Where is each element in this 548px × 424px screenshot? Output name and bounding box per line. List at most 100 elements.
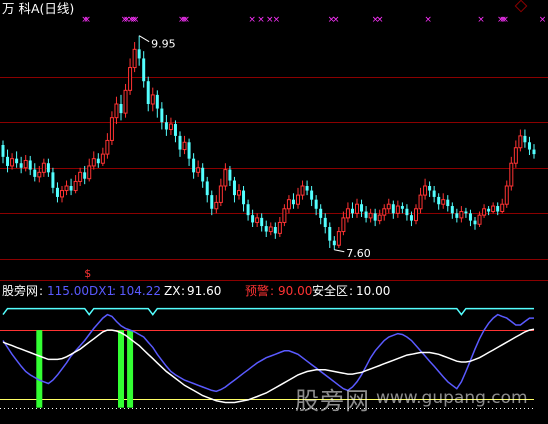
candle-body-111 [504,185,509,205]
candle-body-51 [232,180,236,196]
top-marker-1: × [83,15,91,25]
candle-body-6 [28,160,32,170]
top-marker-10: × [248,15,256,25]
candle-body-101 [459,211,464,219]
candle-body-29 [132,48,137,69]
candle-body-35 [160,108,164,123]
candle-body-24 [109,117,114,141]
candle-body-20 [91,158,96,167]
candle-body-109 [496,206,500,212]
candle-body-21 [96,158,100,164]
legend-name-0: 股旁网 [2,284,39,298]
candle-body-9 [41,162,46,173]
candle-body-77 [350,208,354,214]
candle-body-67 [305,186,309,191]
candle-body-26 [119,104,123,114]
legend-name-4: 安全区 [312,284,349,298]
candle-body-72 [328,227,332,241]
candle-body-81 [368,212,373,219]
candle-body-0 [1,145,5,157]
signal-bar-1 [118,330,124,408]
candle-body-1 [6,156,10,166]
candle-body-25 [114,103,119,119]
candle-body-63 [286,199,291,210]
low-price-label: 7.60 [346,247,371,260]
chart-window: ××××××××××××××××××××××××××××× 9.957.60$ … [0,0,548,424]
candle-body-58 [264,226,268,232]
candle-body-106 [482,208,487,216]
candle-body-83 [377,214,382,222]
candle-body-105 [477,214,482,225]
candle-body-33 [150,94,155,105]
candle-body-70 [319,208,323,218]
candle-body-23 [105,139,110,155]
candle-body-16 [73,180,78,192]
candle-body-64 [291,199,295,205]
candle-body-12 [55,187,59,197]
candle-body-91 [414,208,418,222]
candle-body-112 [509,162,514,187]
candle-body-19 [87,165,92,180]
candle-body-4 [19,163,23,168]
candle-body-107 [487,208,491,212]
candle-body-97 [441,199,446,205]
candle-body-86 [391,204,395,214]
candle-body-37 [168,123,173,131]
candle-body-117 [532,149,536,155]
signal-bar-0 [36,330,43,408]
candle-body-108 [491,205,496,213]
candle-body-11 [51,172,55,188]
candle-body-71 [323,217,327,227]
candle-body-92 [418,194,423,210]
candle-body-100 [455,213,459,218]
candle-body-10 [46,163,50,173]
candle-body-73 [332,240,336,246]
top-marker-13: × [273,15,281,25]
chart-canvas[interactable]: ××××××××××××××××××××××××××××× 9.957.60$ [0,0,548,424]
candle-body-87 [395,205,400,214]
candle-body-41 [187,142,191,159]
candle-body-5 [23,159,28,169]
candle-body-84 [382,208,387,216]
candle-body-45 [205,181,209,196]
candle-body-55 [251,215,255,223]
legend-value-2: 91.60 [187,284,222,298]
candle-body-13 [60,190,64,198]
candle-body-102 [464,211,468,214]
candle-body-7 [33,169,37,177]
legend-name-1: DX1 [89,284,115,298]
candle-body-80 [364,211,368,218]
candle-body-30 [137,49,141,59]
candle-body-27 [123,89,128,114]
candle-body-65 [296,194,300,205]
candle-body-49 [223,169,228,187]
legend-value-4: 10.00 [356,284,391,298]
candle-body-59 [268,226,273,233]
candle-body-78 [355,203,359,214]
candle-body-36 [164,122,168,130]
candle-body-47 [214,201,219,210]
top-marker-22: × [501,15,509,25]
candle-body-32 [146,81,150,104]
legend-value-1: 104.22 [119,284,161,298]
candle-body-85 [386,203,391,210]
legend-value-3: 90.00 [278,284,313,298]
candle-body-60 [273,227,277,234]
candle-body-116 [527,142,531,150]
candle-body-115 [523,135,527,143]
candle-body-56 [255,217,260,223]
candle-body-8 [37,171,42,178]
candle-body-75 [341,217,346,233]
top-marker-11: × [257,15,265,25]
top-marker-19: × [477,15,485,25]
candle-body-52 [237,190,241,196]
candle-body-2 [10,158,15,167]
signal-bar-2 [127,330,134,408]
legend-value-0: 115.00 [47,284,89,298]
candle-body-113 [513,147,518,164]
legend-name-2: ZX [164,284,181,298]
top-marker-9: × [182,15,190,25]
candle-body-22 [100,153,105,164]
candle-body-90 [409,215,413,221]
candle-body-114 [518,135,523,149]
